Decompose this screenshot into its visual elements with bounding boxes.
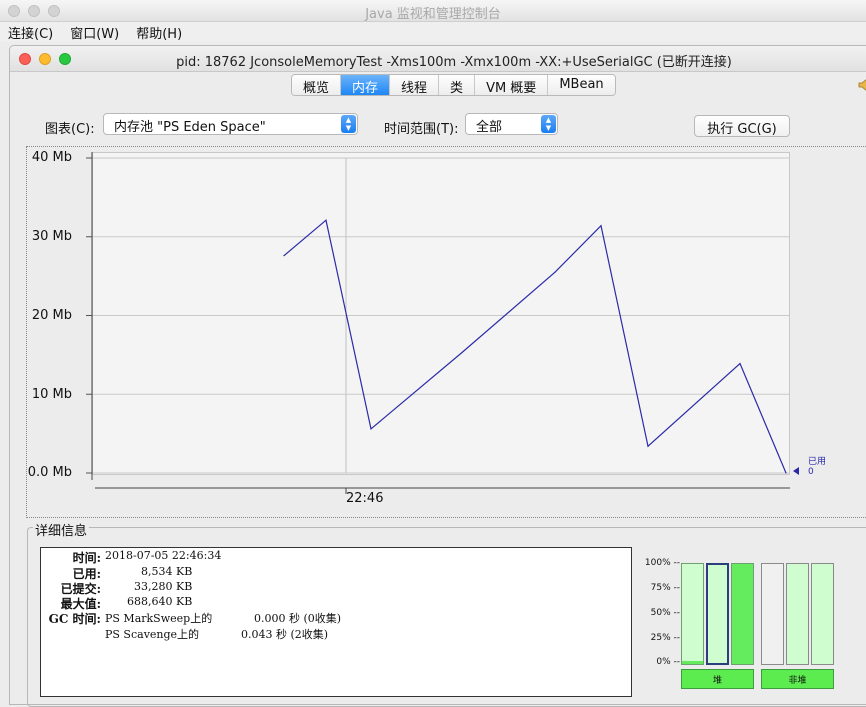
nonheap-bar-compressed[interactable] [811,563,834,665]
app-title: Java 监视和管理控制台 [365,7,501,22]
speaker-icon [858,79,866,91]
chart-select-label: 图表(C): [45,122,95,137]
pct-label: 75% -- [650,583,680,593]
gc-row-name: PS Scavenge上的 [105,628,200,641]
menu-help[interactable]: 帮助(H) [128,22,191,42]
menu-window[interactable]: 窗口(W) [62,22,128,42]
tab-overview[interactable]: 概览 [292,75,342,95]
frame-titlebar: pid: 18762 JconsoleMemoryTest -Xms100m -… [10,46,866,72]
updown-arrows-icon: ▲ ▼ [341,115,356,133]
nonheap-label: 非堆 [761,669,834,689]
heap-label: 堆 [681,669,754,689]
time-value: 2018-07-05 22:46:34 [105,549,222,562]
legend-used: 已用 0 [808,457,826,477]
y-tick-label: 10 Mb [31,387,72,402]
nonheap-bar-metaspace[interactable] [786,563,809,665]
usage-fill [682,661,703,664]
gc-row-name: PS MarkSweep上的 [105,612,213,625]
tab-vm-summary[interactable]: VM 概要 [475,75,549,95]
menu-connect[interactable]: 连接(C) [0,22,62,42]
usage-fill [787,564,808,664]
outer-titlebar: Java 监视和管理控制台 [0,0,866,22]
time-range-value: 全部 [476,120,503,135]
nonheap-bar-code-cache[interactable] [761,563,784,665]
perform-gc-button[interactable]: 执行 GC(G) [694,115,790,137]
tab-mbean[interactable]: MBean [548,75,615,95]
gc-row-time: 0.000 秒 (0收集) [254,612,342,625]
time-range-label: 时间范围(T): [384,122,459,137]
heap-bar-eden[interactable] [681,563,704,665]
chart-select[interactable]: 内存池 "PS Eden Space" ▲ ▼ [103,113,358,135]
time-range-select[interactable]: 全部 ▲ ▼ [465,113,558,135]
heap-bar-old[interactable] [731,563,754,665]
pct-label: 50% -- [650,608,680,618]
time-label: 时间: [72,551,101,565]
y-tick-label: 0.0 Mb [27,465,72,480]
gc-time-label: GC 时间: [48,612,101,626]
y-tick-label: 30 Mb [31,229,72,244]
y-tick-label: 40 Mb [31,150,72,165]
pct-label: 100% -- [644,558,680,568]
pct-label: 25% -- [650,633,680,643]
legend-used-value: 0 [808,467,814,477]
gc-row-time: 0.043 秒 (2收集) [241,628,329,641]
chart-select-value: 内存池 "PS Eden Space" [114,120,266,135]
pct-label: 0% -- [656,657,680,667]
max-value: 688,640 KB [127,595,193,608]
tab-classes[interactable]: 类 [439,75,476,95]
heap-bar-survivor[interactable] [706,563,729,665]
used-value: 8,534 KB [141,565,193,578]
x-tick-label: 22:46 [346,491,384,506]
legend-marker-icon [793,467,799,475]
legend-used-label: 已用 [808,457,827,467]
tab-memory[interactable]: 内存 [341,75,391,95]
updown-arrows-icon: ▲ ▼ [541,115,556,133]
usage-fill [732,564,753,664]
y-tick-label: 20 Mb [31,308,72,323]
memory-usage-bars: 100% -- 75% -- 50% -- 25% -- 0% -- 堆 非堆 [634,549,866,699]
tab-strip: 概览 内存 线程 类 VM 概要 MBean [291,74,616,96]
plot-area [92,152,790,475]
menubar: 连接(C) 窗口(W) 帮助(H) [0,22,866,42]
details-title: 详细信息 [33,520,90,539]
committed-value: 33,280 KB [134,580,193,593]
usage-fill [812,564,833,664]
details-box: 时间: 2018-07-05 22:46:34 已用: 8,534 KB 已提交… [40,547,632,697]
frame-title: pid: 18762 JconsoleMemoryTest -Xms100m -… [176,55,732,70]
tab-threads[interactable]: 线程 [390,75,440,95]
